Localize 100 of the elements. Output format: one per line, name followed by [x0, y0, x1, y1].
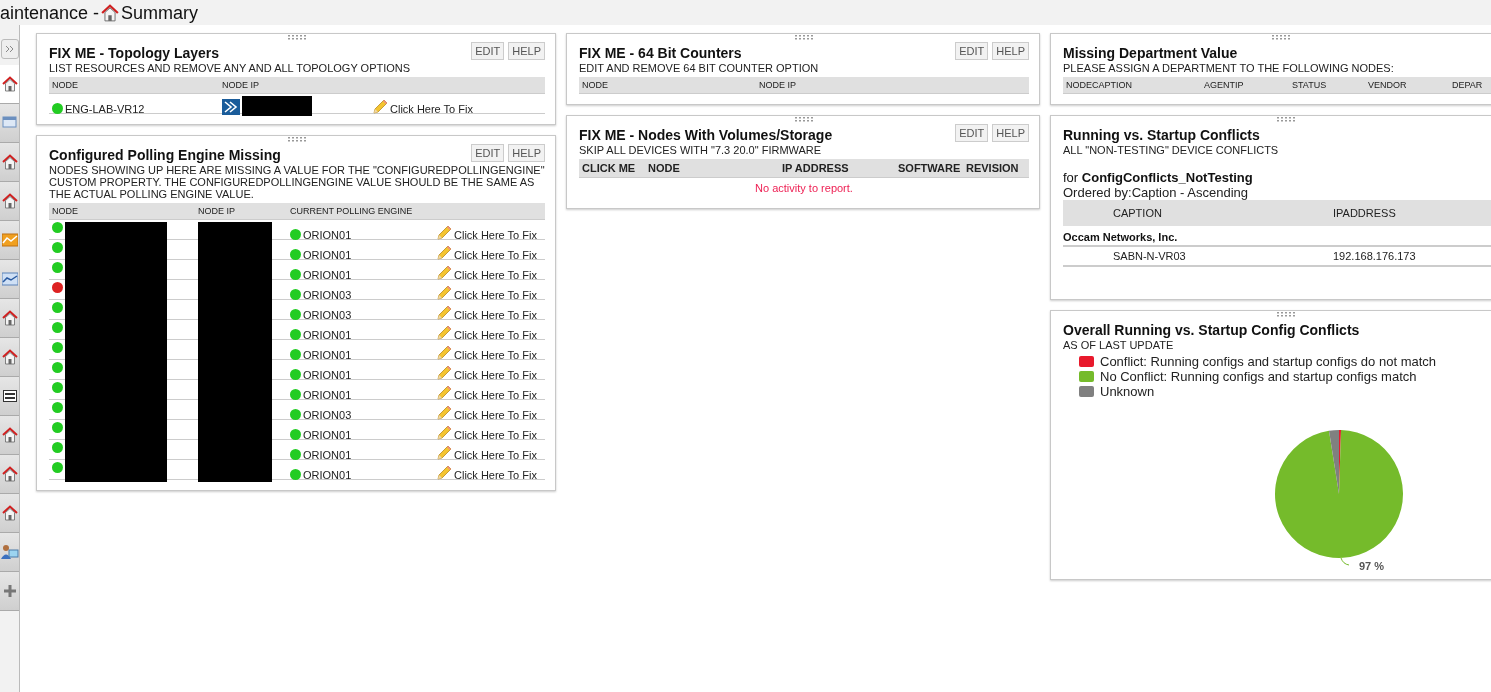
chart-icon — [1, 233, 18, 247]
legend-label: No Conflict: Running configs and startup configs match — [1100, 369, 1417, 384]
status-dot — [290, 389, 301, 400]
pencil-icon — [436, 385, 452, 401]
fix-link[interactable]: Click Here To Fix — [454, 309, 537, 321]
status-dot — [290, 329, 301, 340]
widget-title: Missing Department Value — [1063, 45, 1238, 61]
home-icon — [1, 154, 18, 170]
double-chevron-icon — [5, 45, 15, 53]
widget-description: NODES SHOWING UP HERE ARE MISSING A VALUE FOR THE "CONFIGUREDPOLLINGENGINE" CUSTOM PROPERTY. THE CONFIGUREDPOLLINGENGINE VALUE SHOULD BE THE SAME AS THE ACTUAL POLLING ENGINE VALUE. — [49, 164, 545, 200]
home-icon — [1, 193, 18, 209]
column-header: REVISION — [966, 162, 1020, 174]
add-icon — [2, 584, 17, 598]
status-dot — [290, 449, 301, 460]
pencil-icon — [436, 285, 452, 301]
status-dot — [290, 269, 301, 280]
polling-engine: ORION03 — [303, 309, 352, 321]
status-dot — [290, 369, 301, 380]
home-icon — [1, 505, 18, 521]
widget-description: EDIT AND REMOVE 64 BIT COUNTER OPTION — [579, 62, 820, 74]
pencil-icon — [436, 405, 452, 421]
legend-label: Conflict: Running configs and startup configs do not match — [1100, 354, 1437, 369]
home-icon — [1, 76, 18, 92]
edit-button[interactable]: EDIT — [471, 144, 505, 162]
fix-link[interactable]: Click Here To Fix — [454, 389, 537, 401]
drag-handle-icon[interactable] — [1276, 311, 1296, 317]
pencil-icon — [436, 425, 452, 441]
fix-link[interactable]: Click Here To Fix — [390, 103, 473, 115]
widget-title: FIX ME - Nodes With Volumes/Storage — [579, 127, 833, 143]
drag-handle-icon[interactable] — [1276, 116, 1296, 122]
pencil-icon — [436, 325, 452, 341]
help-button[interactable]: HELP — [508, 42, 545, 60]
fix-link[interactable]: Click Here To Fix — [454, 449, 537, 461]
column-header: AGENTIP — [1204, 80, 1245, 90]
pencil-icon — [436, 225, 452, 241]
leader-line — [1340, 557, 1350, 566]
legend-swatch — [1079, 371, 1094, 382]
window-icon — [1, 116, 18, 130]
status-dot — [290, 289, 301, 300]
page-title: aintenance - — [0, 1, 100, 24]
drag-handle-icon[interactable] — [287, 136, 307, 142]
fix-link[interactable]: Click Here To Fix — [454, 469, 537, 481]
fix-link[interactable]: Click Here To Fix — [454, 429, 537, 441]
pencil-icon — [436, 265, 452, 281]
column-header: NODE — [52, 206, 79, 216]
column-header: NODE IP — [198, 206, 236, 216]
pencil-icon — [436, 465, 452, 481]
sidebar-tab[interactable] — [0, 65, 19, 104]
fix-link[interactable]: Click Here To Fix — [454, 369, 537, 381]
column-header: CAPTION — [1112, 207, 1163, 219]
help-button[interactable]: HELP — [992, 42, 1029, 60]
sidebar-tab[interactable] — [0, 377, 19, 416]
user-computer-icon — [0, 544, 19, 560]
fix-link[interactable]: Click Here To Fix — [454, 289, 537, 301]
column-header: IP ADDRESS — [782, 162, 850, 174]
fix-link[interactable]: Click Here To Fix — [454, 269, 537, 281]
polling-engine: ORION01 — [303, 249, 352, 261]
empty-message: No activity to report. — [754, 181, 854, 196]
column-header: NODE IP — [222, 80, 260, 90]
home-icon — [1, 310, 18, 326]
status-dot — [290, 309, 301, 320]
fix-link[interactable]: Click Here To Fix — [454, 229, 537, 241]
polling-engine: ORION01 — [303, 469, 352, 481]
drag-handle-icon[interactable] — [794, 116, 814, 122]
column-header: SOFTWARE — [898, 162, 962, 174]
polling-engine: ORION01 — [303, 349, 352, 361]
edit-button[interactable]: EDIT — [471, 42, 505, 60]
column-header: IPADDRESS — [1332, 207, 1397, 219]
pencil-icon — [436, 245, 452, 261]
widget-description: SKIP ALL DEVICES WITH "7.3 20.0" FIRMWARE — [579, 144, 823, 156]
fix-link[interactable]: Click Here To Fix — [454, 409, 537, 421]
panel-icon — [2, 390, 17, 402]
node-name: ENG-LAB-VR12 — [65, 103, 145, 115]
polling-engine: ORION01 — [303, 429, 352, 441]
status-dot — [290, 249, 301, 260]
widget-title: Overall Running vs. Startup Config Conflicts — [1063, 322, 1361, 338]
column-header: VENDOR — [1368, 80, 1408, 90]
drag-handle-icon[interactable] — [287, 34, 307, 40]
status-dot — [290, 469, 301, 480]
drag-handle-icon[interactable] — [794, 34, 814, 40]
fix-link[interactable]: Click Here To Fix — [454, 329, 537, 341]
edit-button[interactable]: EDIT — [955, 42, 989, 60]
edit-button[interactable]: EDIT — [955, 124, 989, 142]
polling-engine: ORION03 — [303, 409, 352, 421]
expand-button[interactable] — [1, 39, 19, 59]
drag-handle-icon[interactable] — [1271, 34, 1291, 40]
widget-description: PLEASE ASSIGN A DEPARTMENT TO THE FOLLOWING NODES: — [1063, 62, 1395, 74]
polling-engine: ORION01 — [303, 229, 352, 241]
fix-link[interactable]: Click Here To Fix — [454, 249, 537, 261]
pencil-icon — [372, 99, 388, 115]
fix-link[interactable]: Click Here To Fix — [454, 349, 537, 361]
column-header: CURRENT POLLING ENGINE — [290, 206, 414, 216]
polling-engine: ORION01 — [303, 449, 352, 461]
status-dot — [290, 229, 301, 240]
legend-label: Unknown — [1100, 384, 1155, 399]
report-name: for ConfigConflicts_NotTesting — [1063, 170, 1254, 185]
home-icon — [101, 3, 120, 22]
polling-engine: ORION01 — [303, 269, 352, 281]
help-button[interactable]: HELP — [992, 124, 1029, 142]
help-button[interactable]: HELP — [508, 144, 545, 162]
